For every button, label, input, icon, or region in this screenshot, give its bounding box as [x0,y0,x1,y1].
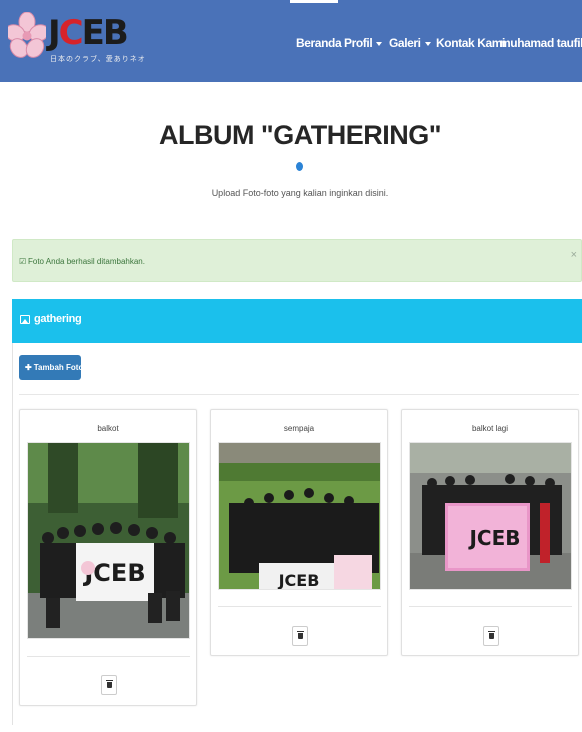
delete-photo-button[interactable] [101,675,117,695]
group-photo-balkot: JCEB [28,443,189,638]
nav-item-label: Profil [344,36,373,50]
delete-photo-button[interactable] [483,626,499,646]
nav-item-user-menu[interactable]: muhamad taufik [500,36,582,50]
alert-message: Foto Anda berhasil ditambahkan. [28,257,145,266]
card-divider [27,656,190,657]
add-photo-button[interactable]: ✚ Tambah Foto [19,355,84,380]
nav-item-beranda[interactable]: Beranda [296,36,342,50]
banner-text: JCEB [278,571,320,590]
group-photo-balkot-lagi: JCEB [410,443,571,589]
album-panel-title: gathering [34,313,82,325]
nav-item-label: Kontak Kami [436,36,505,50]
group-photo-sempaja: JCEB [219,443,380,590]
nav-item-label: muhamad taufik [500,36,582,50]
trash-icon [488,631,495,639]
page-title: ALBUM "GATHERING" [158,120,442,150]
delete-photo-button[interactable] [292,626,308,646]
photo-card-sempaja: sempaja JCEB [210,409,388,656]
plus-icon: ✚ [25,363,32,372]
photo-card-balkot-lagi: balkot lagi JCEB [401,409,579,656]
page-subtitle: Upload Foto-foto yang kalian inginkan di… [211,188,389,198]
trash-icon [106,680,113,688]
success-alert: ☑ Foto Anda berhasil ditambahkan. × [12,239,582,282]
nav-item-kontak-kami[interactable]: Kontak Kami [436,36,505,50]
nav-item-profil[interactable]: Profil [344,36,383,50]
album-panel-heading: gathering [12,299,582,343]
nav-item-label: Beranda [296,36,342,50]
check-icon: ☑ [19,257,27,266]
nav-item-galeri[interactable]: Galeri [389,36,431,50]
close-icon[interactable]: × [571,249,577,261]
caret-down-icon [424,41,431,46]
photo-image-balkot-lagi[interactable]: JCEB [409,442,572,590]
top-navbar: JCEB 日本のクラブ、愛ありネオ Beranda Profil Galeri … [0,0,582,82]
caret-down-icon [376,41,383,46]
photo-title: balkot [97,424,119,433]
photo-title: balkot lagi [471,424,509,433]
nav-active-indicator [290,0,338,3]
photo-title: sempaja [283,424,315,433]
card-divider [409,606,572,607]
title-divider-dot [296,162,303,171]
panel-divider [19,394,579,395]
image-icon [20,315,30,324]
banner-text: JCEB [467,526,520,550]
trash-icon [297,631,304,639]
add-photo-button-label: Tambah Foto [33,363,84,372]
card-divider [218,606,381,607]
photo-image-balkot[interactable]: JCEB [27,442,190,639]
photo-card-balkot: balkot JCEB [19,409,197,706]
nav-menu: Beranda Profil Galeri Kontak Kami muhama… [0,36,582,56]
nav-item-label: Galeri [389,36,421,50]
photo-image-sempaja[interactable]: JCEB [218,442,381,590]
